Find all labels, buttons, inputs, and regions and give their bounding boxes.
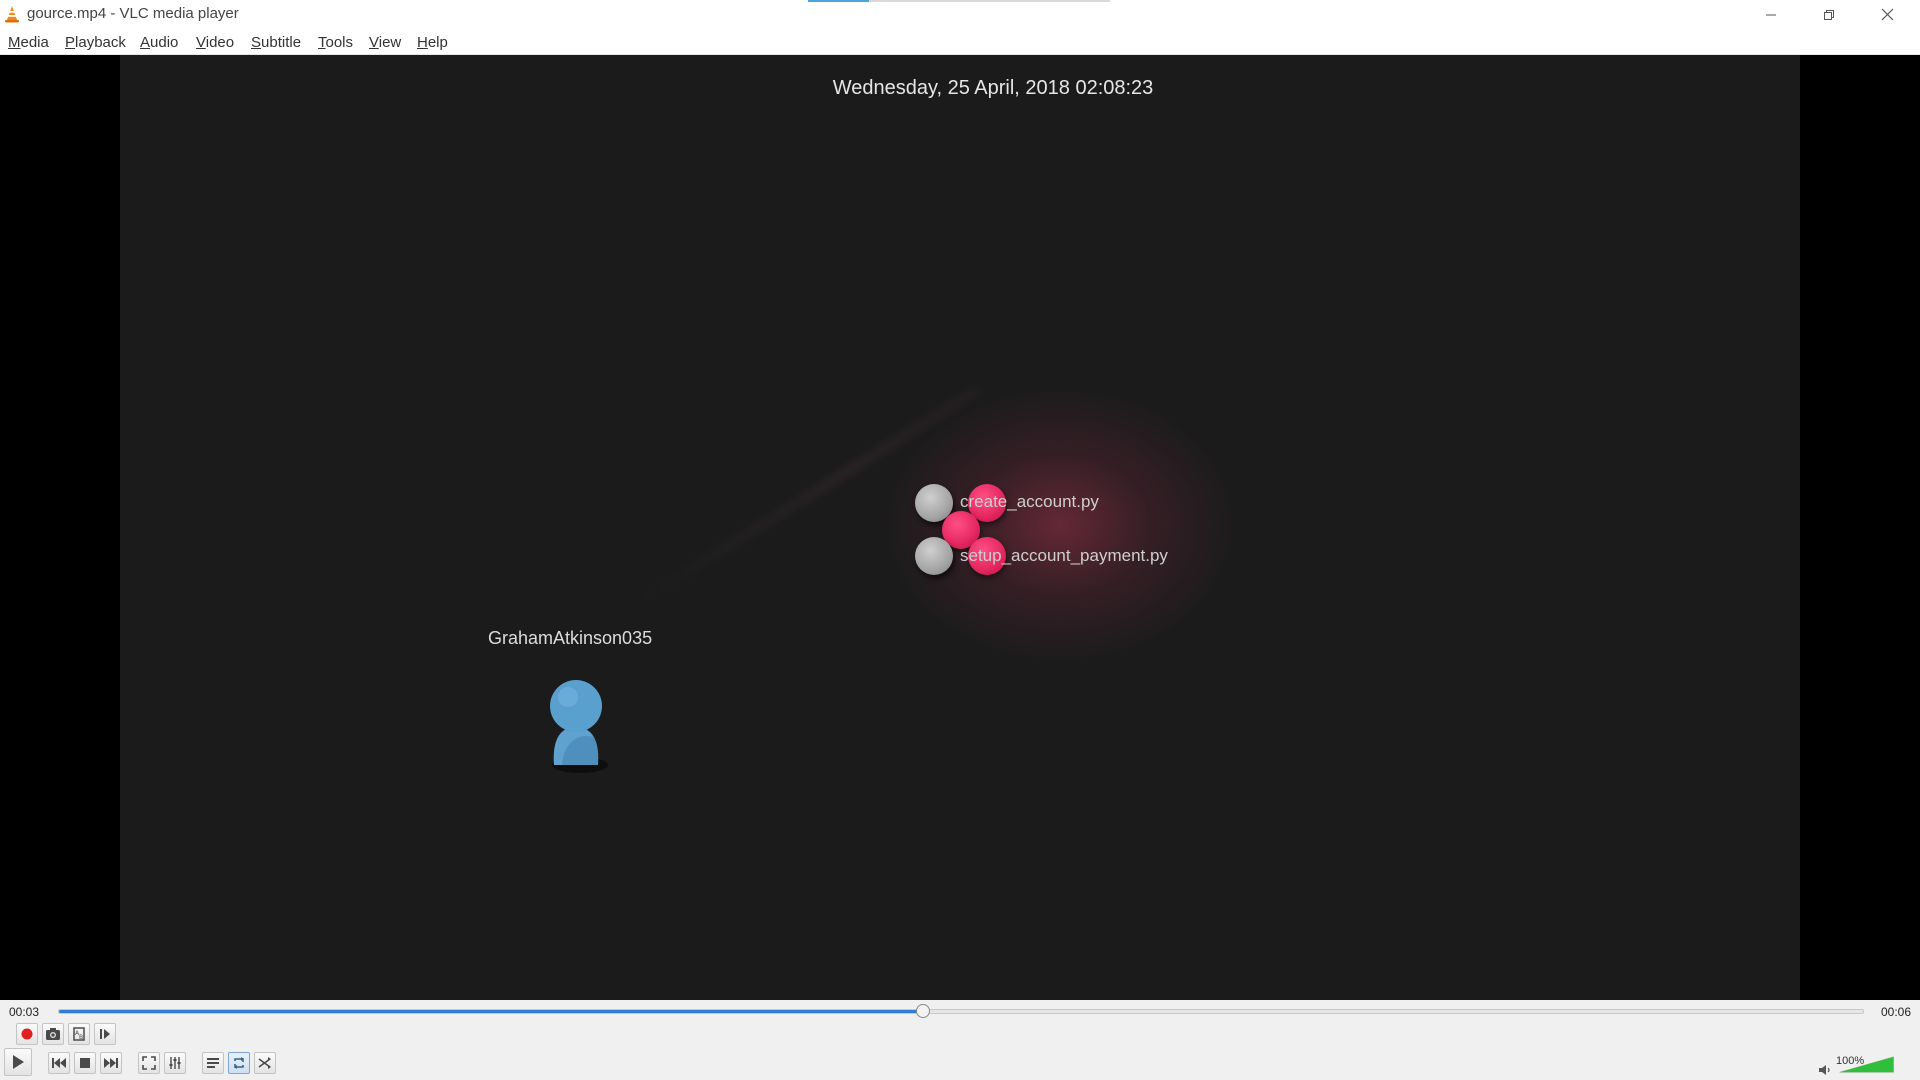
minimize-button[interactable] xyxy=(1742,0,1800,29)
record-button[interactable] xyxy=(16,1023,38,1045)
menu-audio[interactable]: Audio xyxy=(140,34,178,51)
play-button[interactable] xyxy=(4,1048,32,1076)
seek-handle[interactable] xyxy=(916,1004,931,1018)
previous-button[interactable] xyxy=(48,1052,70,1074)
file-label-create-account: create_account.py xyxy=(960,492,1099,511)
restore-icon xyxy=(1824,9,1834,20)
file-node-setup-account-payment xyxy=(915,537,953,575)
total-time: 00:06 xyxy=(1881,1005,1912,1019)
seek-progress-fill xyxy=(59,1010,924,1013)
minimize-icon xyxy=(1766,14,1776,15)
frame-step-icon xyxy=(100,1029,110,1039)
camera-icon xyxy=(46,1028,60,1040)
restore-button[interactable] xyxy=(1800,0,1858,29)
menu-tools[interactable]: Tools xyxy=(318,34,353,51)
shuffle-icon xyxy=(258,1057,271,1069)
snapshot-button[interactable] xyxy=(42,1023,64,1045)
playlist-icon xyxy=(207,1058,219,1068)
window-title: gource.mp4 - VLC media player xyxy=(27,5,239,22)
user-avatar-icon xyxy=(550,680,608,773)
fullscreen-icon xyxy=(142,1056,156,1070)
svg-text:B: B xyxy=(79,1034,83,1041)
skip-back-icon xyxy=(52,1058,66,1068)
next-button[interactable] xyxy=(100,1052,122,1074)
video-area[interactable]: Wednesday, 25 April, 2018 02:08:23 creat… xyxy=(0,55,1920,1000)
activity-glow xyxy=(880,385,1240,665)
ab-loop-icon: AB xyxy=(73,1027,85,1041)
close-icon xyxy=(1881,8,1893,21)
frame-by-frame-button[interactable] xyxy=(94,1023,116,1045)
volume-slider[interactable] xyxy=(1838,1049,1912,1077)
file-label-setup-account-payment: setup_account_payment.py xyxy=(960,546,1168,565)
loop-icon xyxy=(234,1057,244,1069)
menu-playback[interactable]: Playback xyxy=(65,34,126,51)
stop-button[interactable] xyxy=(74,1052,96,1074)
vlc-window: gource.mp4 - VLC media player Media Play… xyxy=(0,0,1920,1080)
menu-bar: Media Playback Audio Video Subtitle Tool… xyxy=(0,29,1920,55)
menu-video[interactable]: Video xyxy=(196,34,234,51)
ab-loop-button[interactable]: AB xyxy=(68,1023,90,1045)
close-button[interactable] xyxy=(1858,0,1916,29)
title-focus-indicator xyxy=(808,0,1110,2)
record-icon xyxy=(21,1028,33,1040)
menu-media[interactable]: Media xyxy=(8,34,49,51)
menu-view[interactable]: View xyxy=(369,34,401,51)
video-frame: Wednesday, 25 April, 2018 02:08:23 creat… xyxy=(120,55,1800,1000)
control-panel: 00:03 00:06 AB xyxy=(0,1000,1920,1080)
loop-button[interactable] xyxy=(228,1052,250,1074)
extended-settings-button[interactable] xyxy=(164,1052,186,1074)
vlc-cone-icon xyxy=(5,6,19,23)
gource-timestamp: Wednesday, 25 April, 2018 02:08:23 xyxy=(832,77,1154,99)
elapsed-time: 00:03 xyxy=(9,1005,40,1019)
skip-forward-icon xyxy=(104,1058,118,1068)
shuffle-button[interactable] xyxy=(254,1052,276,1074)
seek-slider[interactable] xyxy=(58,1004,1864,1018)
playlist-button[interactable] xyxy=(202,1052,224,1074)
play-icon xyxy=(13,1055,24,1069)
stop-icon xyxy=(80,1058,90,1068)
speaker-icon xyxy=(1819,1065,1830,1075)
equalizer-sliders-icon xyxy=(169,1057,181,1069)
fullscreen-button[interactable] xyxy=(138,1052,160,1074)
menu-subtitle[interactable]: Subtitle xyxy=(251,34,301,51)
title-bar[interactable]: gource.mp4 - VLC media player xyxy=(0,0,1920,29)
user-label: GrahamAtkinson035 xyxy=(488,628,653,648)
menu-help[interactable]: Help xyxy=(417,34,448,51)
